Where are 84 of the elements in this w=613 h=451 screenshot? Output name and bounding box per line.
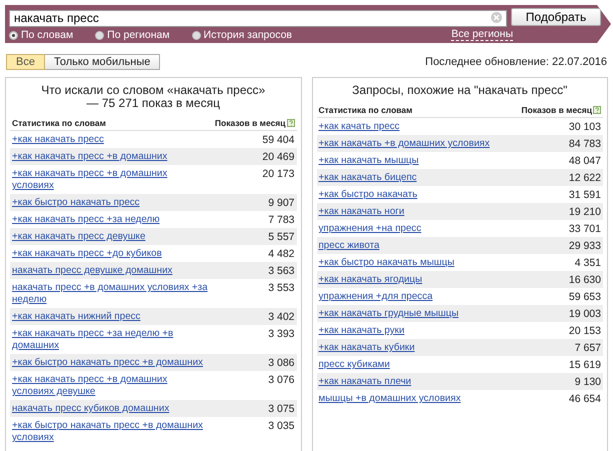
count-text: 4 482: [268, 248, 294, 260]
phrase-link[interactable]: +как накачать бицепс: [318, 172, 417, 184]
phrase-link[interactable]: +как качать пресс: [318, 121, 400, 133]
phrase-link[interactable]: +как быстро накачать пресс: [12, 197, 140, 209]
count-text: 7 783: [268, 214, 294, 226]
phrase-link[interactable]: +как накачать грудные мышцы: [318, 308, 459, 320]
count-text: 19 003: [568, 308, 601, 320]
count-text: 33 701: [568, 223, 601, 235]
count-text: 84 783: [568, 138, 601, 150]
count-text: 5 557: [268, 231, 294, 243]
count-text: 46 654: [568, 393, 601, 405]
count-text: 15 619: [568, 359, 601, 371]
radio-button[interactable]: [95, 30, 104, 40]
phrase-link[interactable]: +как накачать ягодицы: [318, 274, 422, 286]
phrase-link[interactable]: +как быстро накачать пресс +в домашних условиях: [12, 420, 211, 444]
phrase-link[interactable]: накачать пресс +в домашних условиях +за неделю: [12, 282, 211, 306]
last-update-text: Последнее обновление: 22.07.2016: [425, 56, 607, 68]
phrase-link[interactable]: +как накачать плечи: [318, 376, 412, 388]
count-text: 4 351: [574, 257, 601, 269]
count-text: 59 404: [262, 134, 294, 146]
phrase-link[interactable]: пресс живота: [318, 240, 380, 252]
count-text: 12 622: [568, 172, 601, 184]
radio-button[interactable]: [192, 30, 201, 40]
panel-title: Запросы, похожие на "накачать пресс": [351, 82, 568, 99]
count-text: 7 657: [574, 342, 601, 354]
count-text: 16 630: [568, 274, 601, 286]
phrase-link[interactable]: +как накачать пресс +в домашних: [12, 151, 168, 163]
column-header: Показов в месяц: [214, 118, 286, 128]
count-text: 59 653: [568, 291, 601, 303]
phrase-link[interactable]: упражнения +для пресса: [318, 291, 433, 303]
phrase-link[interactable]: +как накачать мышцы: [318, 155, 419, 167]
count-text: 3 393: [268, 328, 294, 340]
count-text: 30 103: [568, 121, 601, 133]
region-link[interactable]: Все регионы: [451, 29, 513, 41]
phrase-link[interactable]: +как накачать кубики: [318, 342, 415, 354]
count-text: 3 402: [268, 311, 294, 323]
panel-title: Что искали со словом «накачать пресс» — 75 271 показ в месяц: [40, 82, 266, 112]
count-text: 3 563: [268, 265, 294, 277]
phrase-link[interactable]: упражнения +на пресс: [318, 223, 422, 235]
radio-label[interactable]: По регионам: [107, 29, 170, 41]
count-text: 3 035: [268, 420, 294, 432]
phrase-link[interactable]: +как накачать пресс +за неделю: [12, 214, 160, 226]
phrase-link[interactable]: +как накачать нижний пресс: [12, 311, 140, 323]
count-text: 3 553: [268, 282, 294, 294]
count-text: 3 075: [268, 403, 294, 415]
phrase-link[interactable]: +как накачать ноги: [318, 206, 404, 218]
phrase-link[interactable]: накачать пресс девушке домашних: [12, 265, 172, 277]
count-text: 9 907: [268, 197, 294, 209]
phrase-link[interactable]: +как быстро накачать мышцы: [318, 257, 454, 269]
phrase-link[interactable]: +как накачать пресс +в домашних условиях: [12, 168, 211, 192]
count-text: 20 173: [262, 168, 294, 180]
search-button[interactable]: Подобрать: [511, 8, 601, 26]
help-icon[interactable]: [286, 119, 294, 127]
count-text: 48 047: [568, 155, 601, 167]
phrase-link[interactable]: +как быстро накачать пресс +в домашних: [12, 357, 203, 369]
phrase-link[interactable]: +как накачать пресс: [12, 134, 104, 146]
count-text: 31 591: [568, 189, 601, 201]
count-text: 29 933: [568, 240, 601, 252]
phrase-link[interactable]: мышцы +в домашних условиях: [318, 393, 461, 405]
phrase-link[interactable]: пресс кубиками: [318, 359, 390, 371]
count-text: 9 130: [574, 376, 601, 388]
count-text: 19 210: [568, 206, 601, 218]
phrase-link[interactable]: +как быстро накачать: [318, 189, 418, 201]
search-field[interactable]: накачать пресс: [9, 10, 507, 26]
column-header: Показов в месяц: [521, 105, 592, 115]
count-text: 3 076: [268, 374, 294, 386]
radio-button[interactable]: [9, 30, 18, 40]
count-text: 3 086: [268, 357, 294, 369]
phrase-link[interactable]: накачать пресс кубиков домашних: [12, 403, 170, 415]
column-header: Статистика по словам: [318, 105, 412, 115]
filter-tab[interactable]: Все: [6, 54, 45, 70]
phrase-link[interactable]: +как накачать +в домашних условиях: [318, 138, 490, 150]
radio-label[interactable]: По словам: [21, 29, 74, 41]
help-icon[interactable]: [593, 106, 601, 114]
phrase-link[interactable]: +как накачать пресс девушке: [12, 231, 146, 243]
phrase-link[interactable]: +как накачать пресс +в домашних условиях девушке: [12, 374, 211, 398]
count-text: 20 153: [568, 325, 601, 337]
phrase-link[interactable]: +как накачать руки: [318, 325, 404, 337]
count-text: 20 469: [262, 151, 294, 163]
column-header: Статистика по словам: [12, 118, 106, 128]
filter-tab[interactable]: Только мобильные: [44, 54, 160, 70]
phrase-link[interactable]: +как накачать пресс +за неделю +в домашних: [12, 328, 211, 352]
phrase-link[interactable]: +как накачать пресс +до кубиков: [12, 248, 162, 260]
radio-label[interactable]: История запросов: [204, 29, 292, 41]
